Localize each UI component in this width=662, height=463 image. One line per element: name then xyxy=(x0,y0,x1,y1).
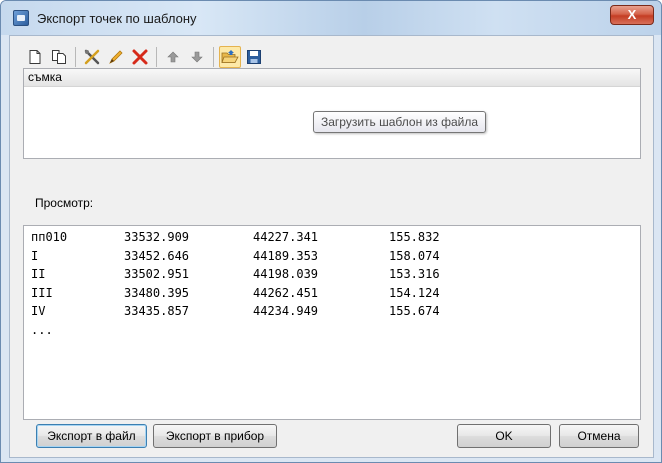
toolbar xyxy=(24,44,267,70)
point-name: III xyxy=(31,285,53,300)
point-x: 33502.951 xyxy=(124,267,190,281)
point-y: 44189.353 xyxy=(253,248,319,263)
point-z: 154.124 xyxy=(389,285,440,300)
point-x: 33452.646 xyxy=(124,248,190,263)
window-title: Экспорт точек по шаблону xyxy=(37,11,197,26)
point-z: 155.832 xyxy=(389,230,440,244)
preview-row: ... xyxy=(24,323,640,342)
point-z: 153.316 xyxy=(389,267,440,281)
tooltip: Загрузить шаблон из файла xyxy=(313,111,486,133)
ok-button[interactable]: OK xyxy=(457,424,551,448)
toolbar-separator xyxy=(213,47,214,67)
edit-pencil-icon xyxy=(109,50,123,64)
point-name: II xyxy=(31,267,46,281)
point-name: I xyxy=(31,248,39,263)
point-name: IV xyxy=(31,304,46,318)
point-y: 44262.451 xyxy=(253,285,319,300)
move-down-icon xyxy=(191,51,203,63)
open-folder-icon xyxy=(221,50,239,63)
title-bar[interactable]: Экспорт точек по шаблону X xyxy=(1,1,661,35)
new-icon xyxy=(29,50,41,64)
edit-button[interactable] xyxy=(105,46,127,68)
copy-icon xyxy=(52,50,66,64)
delete-button[interactable] xyxy=(129,46,151,68)
close-button[interactable]: X xyxy=(610,5,654,25)
move-up-button[interactable] xyxy=(162,46,184,68)
export-to-file-button[interactable]: Экспорт в файл xyxy=(36,424,147,448)
tools-button[interactable] xyxy=(81,46,103,68)
load-template-button[interactable] xyxy=(219,46,241,68)
toolbar-separator xyxy=(75,47,76,67)
point-y: 44234.949 xyxy=(253,304,319,318)
save-icon xyxy=(247,50,261,64)
preview-row: I 33452.646 44189.353 158.074 xyxy=(24,249,640,268)
new-template-button[interactable] xyxy=(24,46,46,68)
cancel-button[interactable]: Отмена xyxy=(559,424,639,448)
tools-icon xyxy=(84,49,100,65)
template-list-item[interactable]: съмка xyxy=(24,69,640,87)
toolbar-separator xyxy=(156,47,157,67)
export-app-icon xyxy=(13,10,29,26)
point-x: 33532.909 xyxy=(124,230,190,244)
export-to-device-button[interactable]: Экспорт в прибор xyxy=(153,424,277,448)
point-name: ... xyxy=(31,322,53,337)
export-dialog: Экспорт точек по шаблону X съмка Просмот… xyxy=(0,0,662,463)
preview-row: пп010 33532.909 44227.341 155.832 xyxy=(24,230,640,249)
preview-row: II 33502.951 44198.039 153.316 xyxy=(24,267,640,286)
copy-template-button[interactable] xyxy=(48,46,70,68)
preview-row: IV 33435.857 44234.949 155.674 xyxy=(24,304,640,323)
point-name: пп010 xyxy=(31,230,68,244)
point-y: 44227.341 xyxy=(253,230,319,244)
delete-icon xyxy=(132,49,148,65)
point-x: 33480.395 xyxy=(124,285,190,300)
point-z: 158.074 xyxy=(389,248,440,263)
save-template-button[interactable] xyxy=(243,46,265,68)
preview-area[interactable]: пп010 33532.909 44227.341 155.832 I 3345… xyxy=(23,225,641,420)
point-z: 155.674 xyxy=(389,304,440,318)
point-x: 33435.857 xyxy=(124,304,190,318)
move-up-icon xyxy=(167,51,179,63)
point-y: 44198.039 xyxy=(253,267,319,281)
move-down-button[interactable] xyxy=(186,46,208,68)
preview-label: Просмотр: xyxy=(35,196,94,210)
preview-row: III 33480.395 44262.451 154.124 xyxy=(24,286,640,305)
